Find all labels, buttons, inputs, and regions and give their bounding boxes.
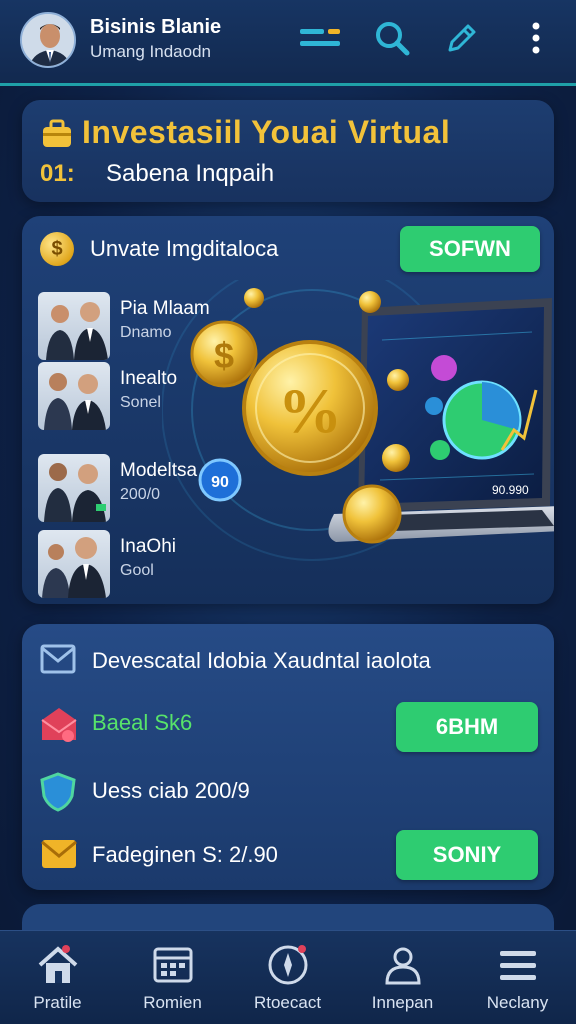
deposit-action-button[interactable]: SONIY (396, 830, 538, 880)
calendar-icon (151, 943, 195, 987)
person-subtitle: Gool (120, 562, 154, 579)
svg-text:%: % (278, 375, 342, 446)
edit-icon[interactable] (440, 18, 484, 58)
screen-value: 90.990 (492, 483, 529, 497)
list-item[interactable]: Modeltsa 200/0 (38, 454, 238, 524)
nav-label: Pratile (33, 993, 82, 1012)
nav-item-profile[interactable]: Pratile (0, 931, 115, 1024)
home-icon (36, 943, 80, 987)
investment-card: $ Unvate Imgditaloca SOFWN 90.990 % $ 90… (22, 216, 554, 604)
nav-label: Rtoecact (253, 993, 322, 1012)
deposit-row-text: Fadeginen S: 2/.90 (92, 842, 278, 867)
deposit-action-button[interactable]: 6BHM (396, 702, 538, 752)
avatar[interactable] (20, 12, 76, 68)
user-icon (381, 943, 425, 987)
person-name: Inealto (120, 368, 178, 389)
menu-icon (496, 943, 540, 987)
envelope-icon (40, 836, 78, 877)
more-options-icon[interactable] (516, 18, 556, 58)
deposit-title: Devescatal Idobia Xaudntal iaolota (92, 648, 431, 673)
list-item[interactable]: Inealto Sonel (38, 362, 238, 432)
search-icon[interactable] (370, 18, 414, 58)
shield-icon (40, 772, 76, 817)
person-subtitle: 200/0 (120, 486, 161, 503)
coin-icon: $ (40, 232, 74, 266)
person-name: InaOhi (120, 536, 176, 557)
card-title: Unvate Imgditaloca (90, 236, 279, 261)
compass-icon (266, 943, 310, 987)
deposit-row-text: Baeal Sk6 (92, 710, 193, 735)
deposit-row-text: Uess ciab 200/9 (92, 778, 250, 803)
nav-item-contact[interactable]: Rtoecact (230, 931, 345, 1024)
person-photo (38, 362, 110, 430)
bottom-nav: Pratile Romien Rtoecact Innepan Neclany (0, 930, 576, 1024)
person-name: Modeltsa (120, 460, 198, 481)
envelope-alert-icon (40, 706, 78, 749)
list-item[interactable]: InaOhi Gool (38, 530, 238, 600)
person-name: Pia Mlaam (120, 298, 210, 319)
card-header: $ Unvate Imgditaloca SOFWN (22, 216, 554, 280)
person-subtitle: Sonel (120, 394, 161, 411)
nav-item-romien[interactable]: Romien (115, 931, 230, 1024)
subtitle-prefix: 01: (40, 160, 75, 187)
person-photo (38, 292, 110, 360)
title-panel: Investasiil Youai Virtual 01: Sabena Inq… (22, 100, 554, 202)
nav-label: Neclany (486, 993, 549, 1012)
person-photo (38, 530, 110, 598)
menu-toggle-icon[interactable] (298, 18, 342, 58)
nav-label: Romien (143, 993, 202, 1012)
page-title: Investasiil Youai Virtual (82, 114, 451, 150)
user-name: Bisinis Blanie (90, 16, 222, 38)
deposit-card: Devescatal Idobia Xaudntal iaolota Baeal… (22, 624, 554, 890)
nav-item-menu[interactable]: Neclany (460, 931, 575, 1024)
person-photo (38, 454, 110, 522)
mail-icon (40, 644, 76, 679)
person-subtitle: Dnamo (120, 324, 172, 341)
nav-item-innepan[interactable]: Innepan (345, 931, 460, 1024)
list-item[interactable]: Pia Mlaam Dnamo (38, 292, 238, 362)
user-subtitle: Umang Indaodn (90, 42, 211, 61)
briefcase-icon (40, 118, 74, 155)
nav-label: Innepan (371, 993, 434, 1012)
page-subtitle: Sabena Inqpaih (106, 160, 275, 187)
app-header: Bisinis Blanie Umang Indaodn (0, 0, 576, 86)
show-button[interactable]: SOFWN (400, 226, 540, 272)
